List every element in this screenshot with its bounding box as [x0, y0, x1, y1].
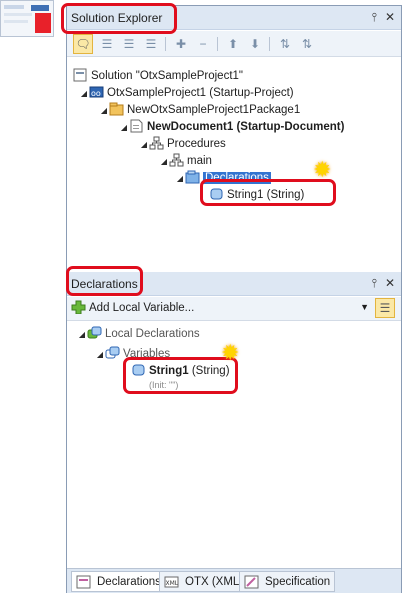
tab-declarations[interactable]: Declarations: [71, 571, 166, 592]
highlight-string-variable: [200, 179, 336, 206]
declarations-folder-icon: [185, 170, 200, 184]
collapse-arrow-icon[interactable]: ◢: [99, 102, 109, 119]
tree-collapse-icon[interactable]: ☰: [141, 34, 161, 54]
collapse-arrow-icon[interactable]: ◢: [159, 153, 169, 170]
close-icon[interactable]: ✕: [385, 276, 395, 291]
tree-project[interactable]: ◢ oo OtxSampleProject1 (Startup-Project): [79, 85, 294, 102]
bottom-tab-bar: Declarations XML OTX (XML) Specification: [67, 568, 401, 593]
tab-otx-xml[interactable]: XML OTX (XML): [159, 571, 249, 592]
close-icon[interactable]: ✕: [385, 10, 395, 25]
collapse-arrow-icon[interactable]: ◢: [175, 170, 185, 187]
procedure-icon: [169, 153, 184, 167]
tree-solution[interactable]: Solution "OtxSampleProject1": [73, 68, 243, 85]
star-icon: ✹: [313, 157, 332, 182]
collapse-arrow-icon[interactable]: ◢: [139, 136, 149, 153]
sort-descending-icon[interactable]: ⇅: [297, 34, 317, 54]
tree-local-declarations[interactable]: ◢ Local Declarations: [77, 326, 200, 343]
move-down-icon[interactable]: ⬇: [245, 34, 265, 54]
star-icon: ✹: [221, 340, 240, 365]
declarations-tab-icon: [76, 575, 91, 589]
add-item-icon[interactable]: ✚: [171, 34, 191, 54]
view-options-icon[interactable]: ☰: [375, 298, 395, 318]
tree-expand-icon[interactable]: ☰: [119, 34, 139, 54]
sort-ascending-icon[interactable]: ⇅: [275, 34, 295, 54]
collapse-arrow-icon[interactable]: ◢: [79, 85, 89, 102]
move-up-icon[interactable]: ⬆: [223, 34, 243, 54]
declarations-toolbar: Add Local Variable... ▼ ☰: [67, 297, 401, 321]
pin-icon[interactable]: ⫯: [372, 276, 377, 291]
window-thumbnail: [0, 0, 54, 37]
local-declarations-icon: [87, 326, 102, 340]
specification-tab-icon: [244, 575, 259, 589]
document-icon: [129, 119, 144, 133]
dropdown-arrow-icon[interactable]: ▼: [360, 302, 369, 312]
xml-tab-icon: XML: [164, 575, 179, 589]
collapse-arrow-icon[interactable]: ◢: [95, 346, 105, 363]
tree-main[interactable]: ◢ main: [159, 153, 212, 170]
tree-view-icon[interactable]: ☰: [97, 34, 117, 54]
svg-text:oo: oo: [91, 89, 101, 98]
tree-document[interactable]: ◢ NewDocument1 (Startup-Document): [119, 119, 344, 136]
variables-icon: [105, 346, 120, 360]
ide-side-panel: Solution Explorer ⫯ ✕ 🗨 ☰ ☰ ☰ ✚ − ⬆ ⬇ ⇅ …: [61, 3, 402, 593]
project-icon: oo: [89, 85, 104, 99]
solution-explorer-toolbar: 🗨 ☰ ☰ ☰ ✚ − ⬆ ⬇ ⇅ ⇅: [67, 31, 401, 57]
remove-item-icon[interactable]: −: [193, 34, 213, 54]
collapse-arrow-icon[interactable]: ◢: [77, 326, 87, 343]
collapse-arrow-icon[interactable]: ◢: [119, 119, 129, 136]
speech-bubble-icon[interactable]: 🗨: [73, 34, 93, 54]
tree-package[interactable]: ◢ NewOtxSampleProject1Package1: [99, 102, 300, 119]
svg-text:XML: XML: [166, 580, 179, 587]
highlight-declarations-title: [66, 266, 143, 296]
procedures-icon: [149, 136, 164, 150]
highlight-solution-explorer-title: [61, 3, 177, 34]
package-icon: [109, 102, 124, 116]
pin-icon[interactable]: ⫯: [372, 10, 377, 25]
tree-procedures[interactable]: ◢ Procedures: [139, 136, 226, 153]
tab-specification[interactable]: Specification: [239, 571, 336, 592]
add-local-variable-button[interactable]: Add Local Variable...: [71, 300, 194, 317]
solution-icon: [73, 68, 88, 82]
plus-icon: [71, 300, 86, 314]
